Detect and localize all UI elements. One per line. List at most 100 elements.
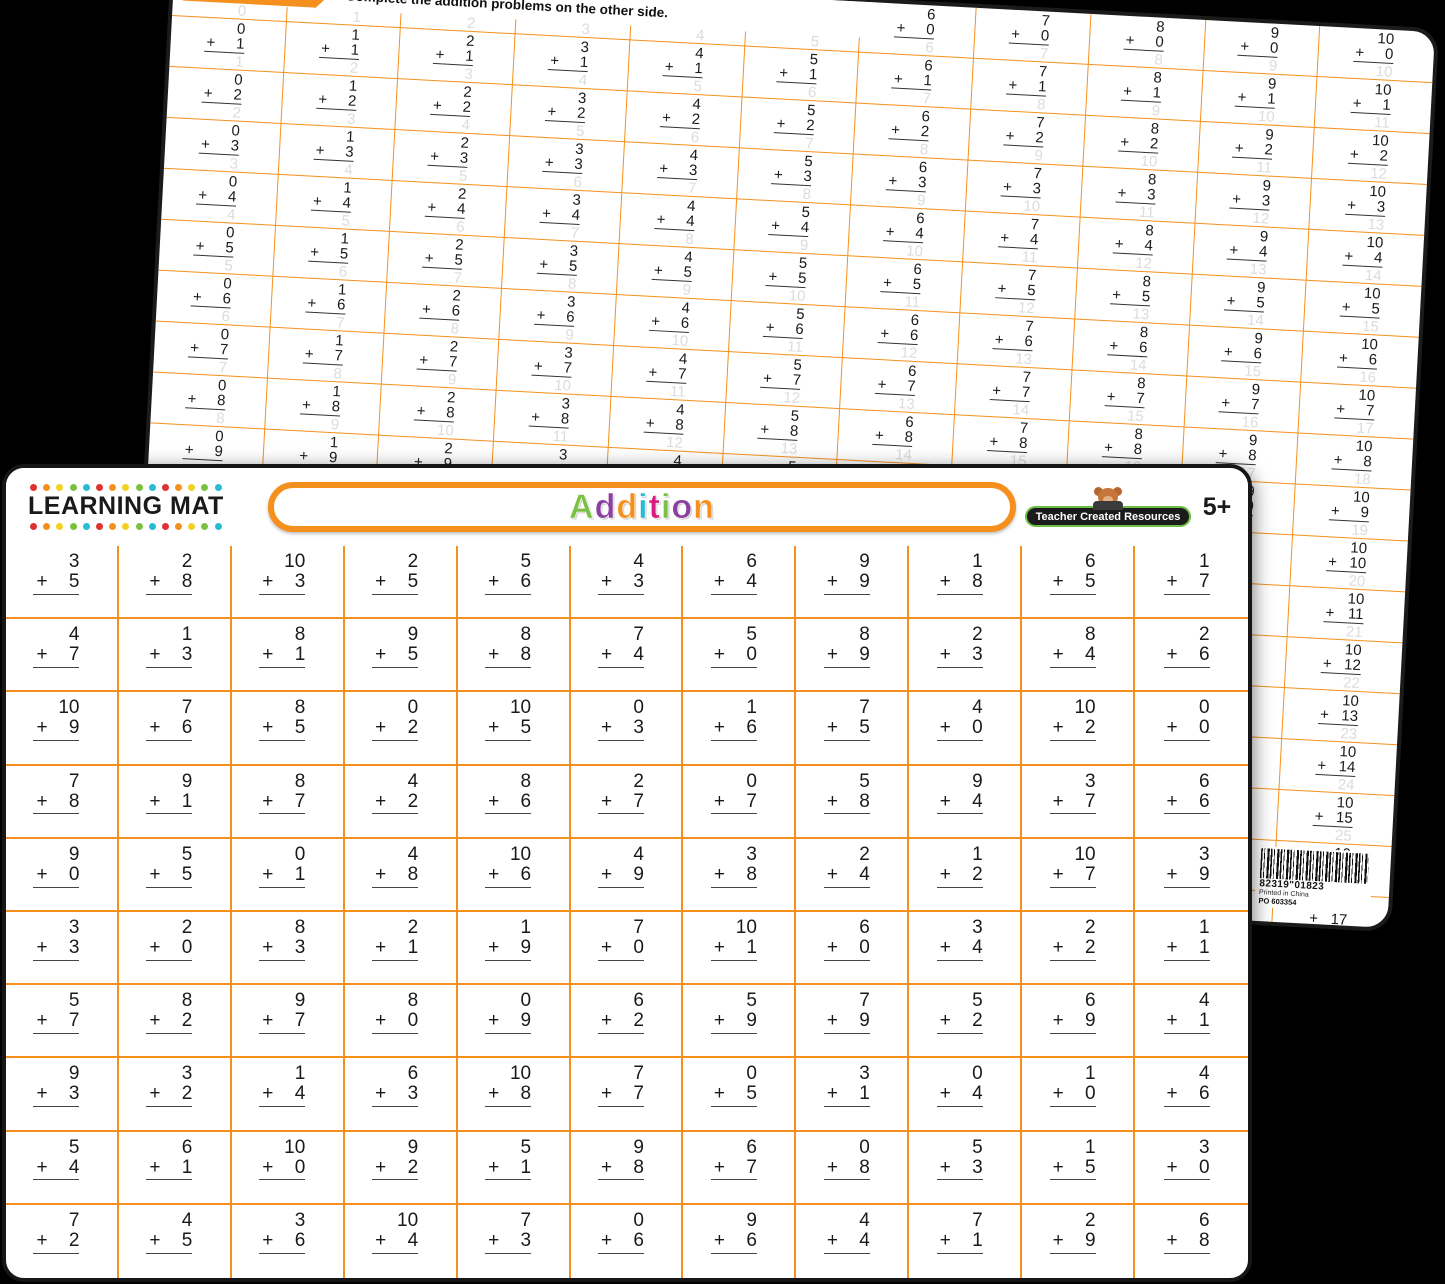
addition-fact-cell[interactable]: 8+08 [1089, 14, 1206, 71]
addition-fact-cell[interactable]: 9+110 [1200, 71, 1317, 128]
addition-problem-cell[interactable]: 4+1 [1135, 985, 1248, 1058]
addition-problem-cell[interactable]: 2+6 [1135, 619, 1248, 692]
addition-problem-cell[interactable]: 10+2 [1022, 692, 1135, 765]
addition-fact-cell[interactable]: 3+710 [497, 340, 614, 397]
addition-problem-cell[interactable]: 8+3 [232, 912, 345, 985]
addition-problem-cell[interactable]: 7+0 [571, 912, 684, 985]
addition-problem-cell[interactable]: 3+7 [1022, 766, 1135, 839]
addition-problem-cell[interactable]: 0+3 [571, 692, 684, 765]
addition-problem-cell[interactable]: 7+3 [458, 1205, 571, 1278]
addition-problem-cell[interactable]: 10+9 [6, 692, 119, 765]
addition-problem-cell[interactable]: 8+1 [232, 619, 345, 692]
addition-problem-cell[interactable]: 8+5 [232, 692, 345, 765]
addition-problem-cell[interactable]: 8+9 [796, 619, 909, 692]
addition-fact-cell[interactable]: 3+47 [505, 187, 622, 244]
addition-fact-cell[interactable]: 2+810 [379, 385, 496, 442]
addition-problem-cell[interactable]: 6+5 [1022, 546, 1135, 619]
addition-problem-cell[interactable]: 3+6 [232, 1205, 345, 1278]
addition-problem-cell[interactable]: 6+0 [796, 912, 909, 985]
addition-fact-cell[interactable]: 6+06 [859, 2, 976, 59]
addition-fact-cell[interactable]: 0+22 [167, 67, 284, 124]
addition-fact-cell[interactable]: 10+717 [1299, 383, 1416, 440]
addition-problem-cell[interactable]: 0+8 [796, 1132, 909, 1205]
addition-problem-cell[interactable]: 9+7 [232, 985, 345, 1058]
addition-fact-cell[interactable]: 4+37 [622, 142, 739, 199]
addition-problem-cell[interactable]: 0+0 [1135, 692, 1248, 765]
addition-fact-cell[interactable]: 1+34 [278, 124, 395, 181]
addition-fact-cell[interactable]: 4+26 [625, 91, 742, 148]
addition-fact-cell[interactable]: 7+411 [963, 212, 1080, 269]
addition-problem-cell[interactable]: 3+5 [6, 546, 119, 619]
addition-problem-cell[interactable]: 1+6 [683, 692, 796, 765]
addition-fact-cell[interactable]: 10+1020 [1291, 535, 1408, 592]
addition-problem-cell[interactable]: 2+8 [119, 546, 232, 619]
addition-problem-cell[interactable]: 2+7 [571, 766, 684, 839]
addition-fact-cell[interactable]: 0+55 [158, 220, 275, 277]
addition-problem-cell[interactable]: 7+6 [119, 692, 232, 765]
addition-fact-cell[interactable]: 8+311 [1080, 167, 1197, 224]
addition-fact-cell[interactable]: 10+1121 [1288, 586, 1405, 643]
addition-fact-cell[interactable]: 0+77 [153, 322, 270, 379]
addition-fact-cell[interactable]: 0+44 [161, 169, 278, 226]
addition-problem-cell[interactable]: 0+5 [683, 1058, 796, 1131]
addition-problem-cell[interactable]: 10+3 [232, 546, 345, 619]
addition-fact-cell[interactable]: 4+711 [611, 346, 728, 403]
addition-problem-cell[interactable]: 4+0 [909, 692, 1022, 765]
addition-problem-cell[interactable]: 3+3 [6, 912, 119, 985]
addition-problem-cell[interactable]: 2+3 [909, 619, 1022, 692]
addition-fact-cell[interactable]: 4+15 [628, 40, 745, 97]
addition-problem-cell[interactable]: 5+2 [909, 985, 1022, 1058]
addition-problem-cell[interactable]: 2+5 [345, 546, 458, 619]
addition-problem-cell[interactable]: 7+2 [6, 1205, 119, 1278]
addition-problem-cell[interactable]: 9+1 [119, 766, 232, 839]
addition-fact-cell[interactable]: 10+919 [1293, 484, 1410, 541]
addition-fact-cell[interactable]: 3+58 [502, 238, 619, 295]
addition-problem-cell[interactable]: 9+0 [6, 839, 119, 912]
addition-problem-cell[interactable]: 5+0 [683, 619, 796, 692]
addition-problem-cell[interactable]: 8+6 [458, 766, 571, 839]
addition-fact-cell[interactable]: 2+68 [385, 283, 502, 340]
addition-problem-cell[interactable]: 0+1 [232, 839, 345, 912]
addition-problem-cell[interactable]: 2+4 [796, 839, 909, 912]
addition-problem-cell[interactable]: 6+2 [571, 985, 684, 1058]
addition-fact-cell[interactable]: 4+610 [614, 295, 731, 352]
addition-problem-cell[interactable]: 3+8 [683, 839, 796, 912]
addition-fact-cell[interactable]: 9+09 [1203, 20, 1320, 77]
addition-fact-cell[interactable]: 10+010 [1318, 26, 1435, 83]
addition-fact-cell[interactable]: 2+46 [390, 181, 507, 238]
addition-fact-cell[interactable]: 9+514 [1190, 275, 1307, 332]
addition-problem-cell[interactable]: 3+2 [119, 1058, 232, 1131]
addition-problem-cell[interactable]: 5+9 [683, 985, 796, 1058]
addition-fact-cell[interactable]: 9+211 [1198, 122, 1315, 179]
addition-fact-cell[interactable]: 2+35 [393, 130, 510, 187]
addition-problem-cell[interactable]: 6+6 [1135, 766, 1248, 839]
addition-fact-cell[interactable]: 9+716 [1184, 376, 1301, 433]
addition-problem-cell[interactable]: 2+9 [1022, 1205, 1135, 1278]
addition-fact-cell[interactable]: 5+49 [734, 199, 851, 256]
addition-problem-cell[interactable]: 6+4 [683, 546, 796, 619]
addition-fact-cell[interactable]: 10+313 [1310, 179, 1427, 236]
addition-fact-cell[interactable]: 5+16 [742, 47, 859, 104]
addition-fact-cell[interactable]: 10+1222 [1285, 637, 1402, 694]
addition-fact-cell[interactable]: 1+23 [281, 73, 398, 130]
addition-problem-cell[interactable]: 4+7 [6, 619, 119, 692]
addition-problem-cell[interactable]: 10+0 [232, 1132, 345, 1205]
addition-fact-cell[interactable]: 7+613 [958, 313, 1075, 370]
addition-fact-cell[interactable]: 3+25 [510, 85, 627, 142]
addition-problem-cell[interactable]: 5+5 [119, 839, 232, 912]
addition-problem-cell[interactable]: 8+8 [458, 619, 571, 692]
addition-problem-cell[interactable]: 8+4 [1022, 619, 1135, 692]
addition-fact-cell[interactable]: 10+515 [1304, 281, 1421, 338]
addition-fact-cell[interactable]: 0+33 [164, 118, 281, 175]
addition-fact-cell[interactable]: 2+24 [396, 79, 513, 136]
addition-problem-cell[interactable]: 5+1 [458, 1132, 571, 1205]
addition-problem-cell[interactable]: 10+4 [345, 1205, 458, 1278]
addition-problem-cell[interactable]: 4+6 [1135, 1058, 1248, 1131]
addition-problem-cell[interactable]: 5+7 [6, 985, 119, 1058]
addition-problem-cell[interactable]: 6+8 [1135, 1205, 1248, 1278]
addition-problem-cell[interactable]: 5+8 [796, 766, 909, 839]
addition-problem-cell[interactable]: 1+7 [1135, 546, 1248, 619]
addition-problem-cell[interactable]: 7+9 [796, 985, 909, 1058]
addition-fact-cell[interactable]: 10+616 [1301, 332, 1418, 389]
addition-problem-cell[interactable]: 3+0 [1135, 1132, 1248, 1205]
